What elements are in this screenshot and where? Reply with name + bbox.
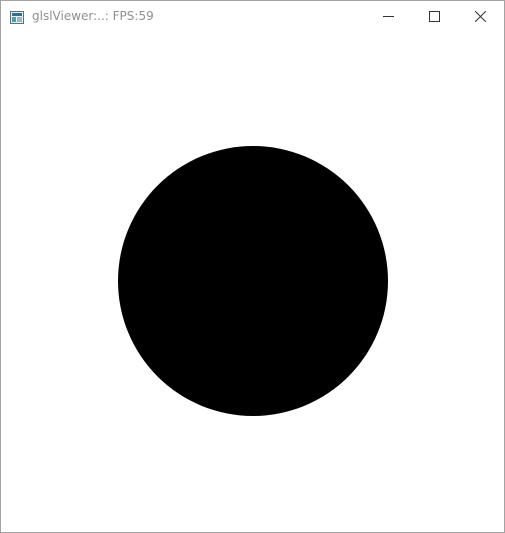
minimize-icon <box>382 7 394 26</box>
black-circle <box>118 146 388 416</box>
app-window: glslViewer:..: FPS:59 <box>0 0 505 533</box>
title-bar[interactable]: glslViewer:..: FPS:59 <box>1 1 504 31</box>
close-icon <box>474 7 486 26</box>
maximize-icon <box>428 7 440 26</box>
minimize-button[interactable] <box>365 1 411 31</box>
window-title: glslViewer:..: FPS:59 <box>32 9 154 23</box>
render-canvas[interactable] <box>1 31 504 532</box>
close-button[interactable] <box>457 1 503 31</box>
glslviewer-app-icon[interactable] <box>10 9 24 24</box>
maximize-button[interactable] <box>411 1 457 31</box>
